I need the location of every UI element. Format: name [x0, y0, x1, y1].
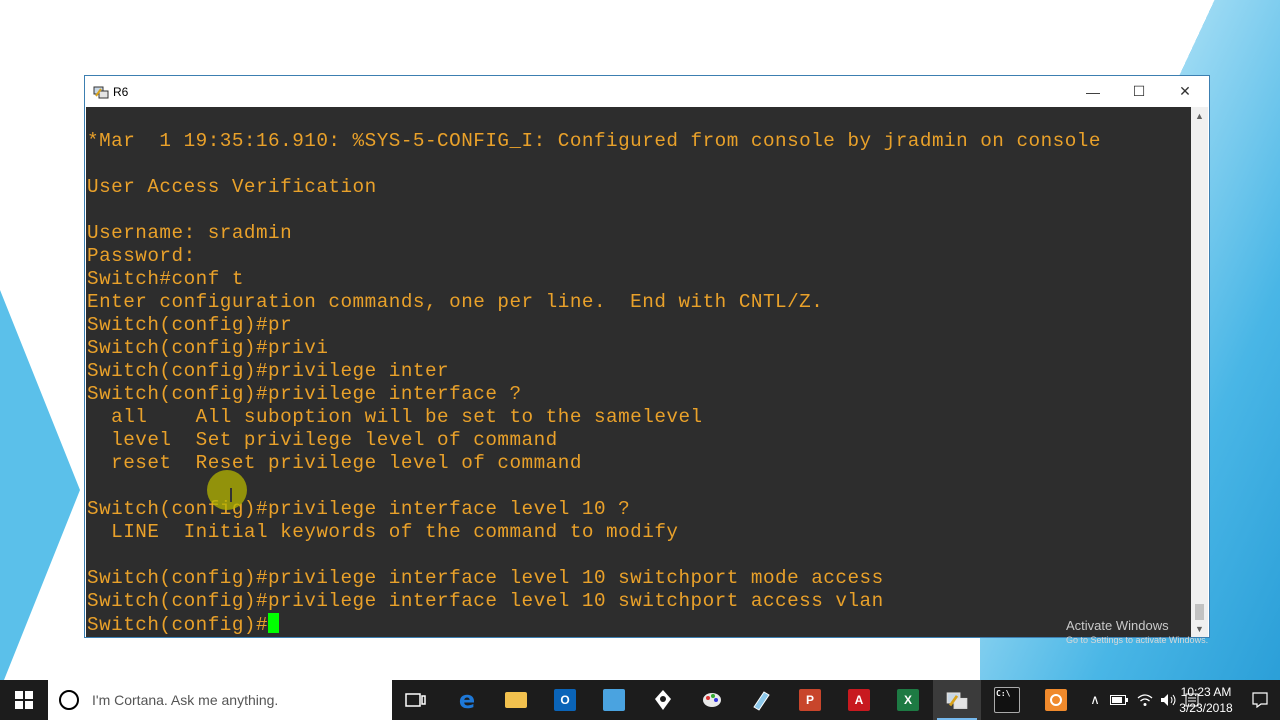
desktop-wallpaper-left — [0, 290, 80, 690]
terminal-line: Switch(config)#privilege interface level… — [87, 498, 631, 520]
taskbar-clock[interactable]: 10:23 AM 3/23/2018 — [1174, 684, 1238, 716]
battery-icon[interactable] — [1108, 680, 1130, 720]
task-view-button[interactable] — [392, 680, 440, 720]
pen-tool-button[interactable] — [639, 680, 687, 720]
terminal-line: Username: sradmin — [87, 222, 293, 244]
notification-icon — [1252, 692, 1268, 708]
file-explorer-icon — [505, 692, 527, 708]
pen-tool-icon — [655, 690, 671, 710]
terminal-line: Password: — [87, 245, 196, 267]
outlook-icon: O — [554, 689, 576, 711]
mouse-pointer-highlight — [207, 470, 247, 510]
text-cursor-icon — [230, 488, 232, 502]
cortana-search-box[interactable]: I'm Cortana. Ask me anything. — [48, 680, 392, 720]
activate-windows-subtitle: Go to Settings to activate Windows. — [1066, 635, 1209, 645]
action-center-button[interactable] — [1240, 680, 1280, 720]
activate-windows-watermark: Activate Windows — [1066, 618, 1169, 633]
cortana-placeholder: I'm Cortana. Ask me anything. — [92, 692, 279, 708]
edge-icon: e — [456, 686, 478, 714]
terminal-line: Switch(config)#privi — [87, 337, 329, 359]
network-monitor-button[interactable] — [590, 680, 638, 720]
putty-app-icon[interactable] — [93, 84, 109, 100]
powerpoint-icon: P — [799, 689, 821, 711]
acrobat-icon: A — [848, 689, 870, 711]
recorder-button[interactable] — [1032, 680, 1080, 720]
terminal-scrollbar[interactable]: ▲ ▼ — [1191, 107, 1208, 637]
clock-time: 10:23 AM — [1180, 685, 1232, 699]
minimize-button[interactable]: — — [1070, 76, 1116, 107]
terminal-prompt: Switch(config)# — [87, 614, 269, 636]
paint-button[interactable] — [688, 680, 736, 720]
excel-button[interactable]: X — [884, 680, 932, 720]
acrobat-button[interactable]: A — [835, 680, 883, 720]
scrollbar-thumb[interactable] — [1195, 604, 1204, 620]
terminal-line: Switch(config)#privilege interface level… — [87, 567, 884, 589]
paint-icon — [703, 693, 721, 707]
clock-date: 3/23/2018 — [1179, 701, 1233, 715]
start-button[interactable] — [0, 680, 48, 720]
notepad-icon — [753, 691, 770, 711]
maximize-button[interactable]: ☐ — [1116, 76, 1162, 107]
terminal-prompt-line[interactable]: Switch(config)# — [87, 613, 280, 636]
putty-icon — [946, 692, 968, 709]
cortana-icon — [59, 690, 79, 710]
excel-icon: X — [897, 689, 919, 711]
edge-button[interactable]: e — [443, 680, 491, 720]
terminal-line: User Access Verification — [87, 176, 377, 198]
network-monitor-icon — [603, 689, 625, 711]
outlook-button[interactable]: O — [541, 680, 589, 720]
task-view-icon — [405, 693, 426, 707]
putty-button[interactable] — [933, 680, 981, 720]
notepad-button[interactable] — [737, 680, 785, 720]
terminal-line: Enter configuration commands, one per li… — [87, 291, 824, 313]
terminal-line: Switch(config)#privilege interface ? — [87, 383, 522, 405]
scroll-up-arrow-icon[interactable]: ▲ — [1191, 107, 1208, 124]
window-title: R6 — [113, 85, 129, 99]
terminal-line: LINE Initial keywords of the command to … — [87, 521, 679, 543]
terminal-cursor — [268, 613, 280, 633]
window-titlebar[interactable]: R6 — ☐ ✕ — [85, 76, 1209, 107]
command-prompt-icon: C:\ — [994, 687, 1020, 713]
terminal-line: Switch(config)#privilege inter — [87, 360, 450, 382]
terminal-line: reset Reset privilege level of command — [87, 452, 582, 474]
terminal-window: R6 — ☐ ✕ *Mar 1 19:35:16.910: %SYS-5-CON… — [84, 75, 1210, 638]
wifi-icon[interactable] — [1134, 680, 1156, 720]
terminal-line: level Set privilege level of command — [87, 429, 558, 451]
show-hidden-icons-chevron-icon[interactable]: ∧ — [1086, 680, 1104, 720]
recorder-icon — [1045, 689, 1067, 711]
taskbar: I'm Cortana. Ask me anything. e O P A X … — [0, 680, 1280, 720]
terminal-output[interactable]: *Mar 1 19:35:16.910: %SYS-5-CONFIG_I: Co… — [86, 107, 1192, 637]
terminal-line: Switch(config)#pr — [87, 314, 293, 336]
powerpoint-button[interactable]: P — [786, 680, 834, 720]
terminal-line: Switch#conf t — [87, 268, 244, 290]
terminal-line: all All suboption will be set to the sam… — [87, 406, 703, 428]
terminal-line: Switch(config)#privilege interface level… — [87, 590, 884, 612]
file-explorer-button[interactable] — [492, 680, 540, 720]
terminal-line: *Mar 1 19:35:16.910: %SYS-5-CONFIG_I: Co… — [87, 130, 1101, 152]
close-button[interactable]: ✕ — [1162, 76, 1208, 107]
windows-logo-icon — [15, 691, 33, 709]
command-prompt-button[interactable]: C:\ — [983, 680, 1031, 720]
